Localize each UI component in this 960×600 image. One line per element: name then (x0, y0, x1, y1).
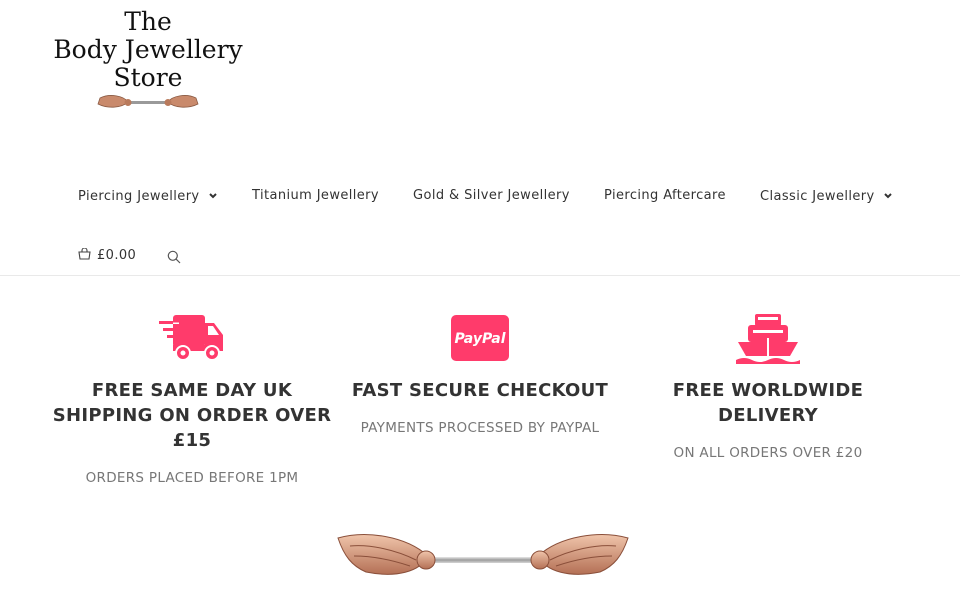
feature-worldwide-delivery: FREE WORLDWIDE DELIVERY ON ALL ORDERS OV… (626, 310, 910, 461)
feature-subtitle: ORDERS PLACED BEFORE 1PM (85, 470, 299, 486)
nav-item-piercing-aftercare[interactable]: Piercing Aftercare (604, 188, 726, 203)
logo-line-2: Body Jewellery (53, 35, 243, 64)
search-toggle[interactable] (167, 249, 181, 268)
nav-item-piercing-jewellery[interactable]: Piercing Jewellery (78, 188, 217, 204)
delivery-truck-icon (50, 310, 334, 366)
ship-icon (626, 310, 910, 366)
shopping-bag-icon (78, 247, 91, 260)
nav-label: Gold & Silver Jewellery (413, 188, 570, 203)
site-logo[interactable]: The Body Jewellery Store (48, 8, 248, 112)
logo-line-3: Store (113, 63, 183, 92)
feature-uk-shipping: FREE SAME DAY UK SHIPPING ON ORDER OVER … (50, 310, 334, 486)
nav-label: Piercing Jewellery (78, 189, 200, 204)
paypal-icon: PayPal (340, 310, 620, 366)
paypal-icon-text: PayPal (454, 331, 505, 347)
header-divider (0, 275, 960, 276)
feature-title: FREE WORLDWIDE DELIVERY (672, 380, 864, 426)
nav-label: Piercing Aftercare (604, 188, 726, 203)
chevron-down-icon (883, 188, 892, 203)
feature-title: FAST SECURE CHECKOUT (351, 380, 609, 401)
winged-barbell-product-image (336, 532, 630, 592)
main-navigation: Piercing Jewellery Titanium Jewellery Go… (0, 180, 960, 212)
cart-link[interactable]: £0.00 (78, 247, 137, 263)
feature-subtitle: ON ALL ORDERS OVER £20 (673, 445, 863, 461)
chevron-down-icon (208, 188, 217, 203)
logo-line-1: The (124, 7, 172, 36)
winged-barbell-logo-icon (97, 95, 199, 108)
search-icon (167, 250, 181, 264)
feature-secure-checkout: PayPal FAST SECURE CHECKOUT PAYMENTS PRO… (340, 310, 620, 436)
nav-item-gold-silver-jewellery[interactable]: Gold & Silver Jewellery (413, 188, 570, 203)
nav-item-titanium-jewellery[interactable]: Titanium Jewellery (252, 188, 379, 203)
feature-title: FREE SAME DAY UK SHIPPING ON ORDER OVER … (52, 380, 332, 451)
nav-label: Titanium Jewellery (252, 188, 380, 203)
feature-subtitle: PAYMENTS PROCESSED BY PAYPAL (360, 420, 600, 436)
nav-label: Classic Jewellery (760, 189, 875, 204)
cart-total: £0.00 (97, 248, 137, 263)
nav-item-classic-jewellery[interactable]: Classic Jewellery (760, 188, 892, 204)
